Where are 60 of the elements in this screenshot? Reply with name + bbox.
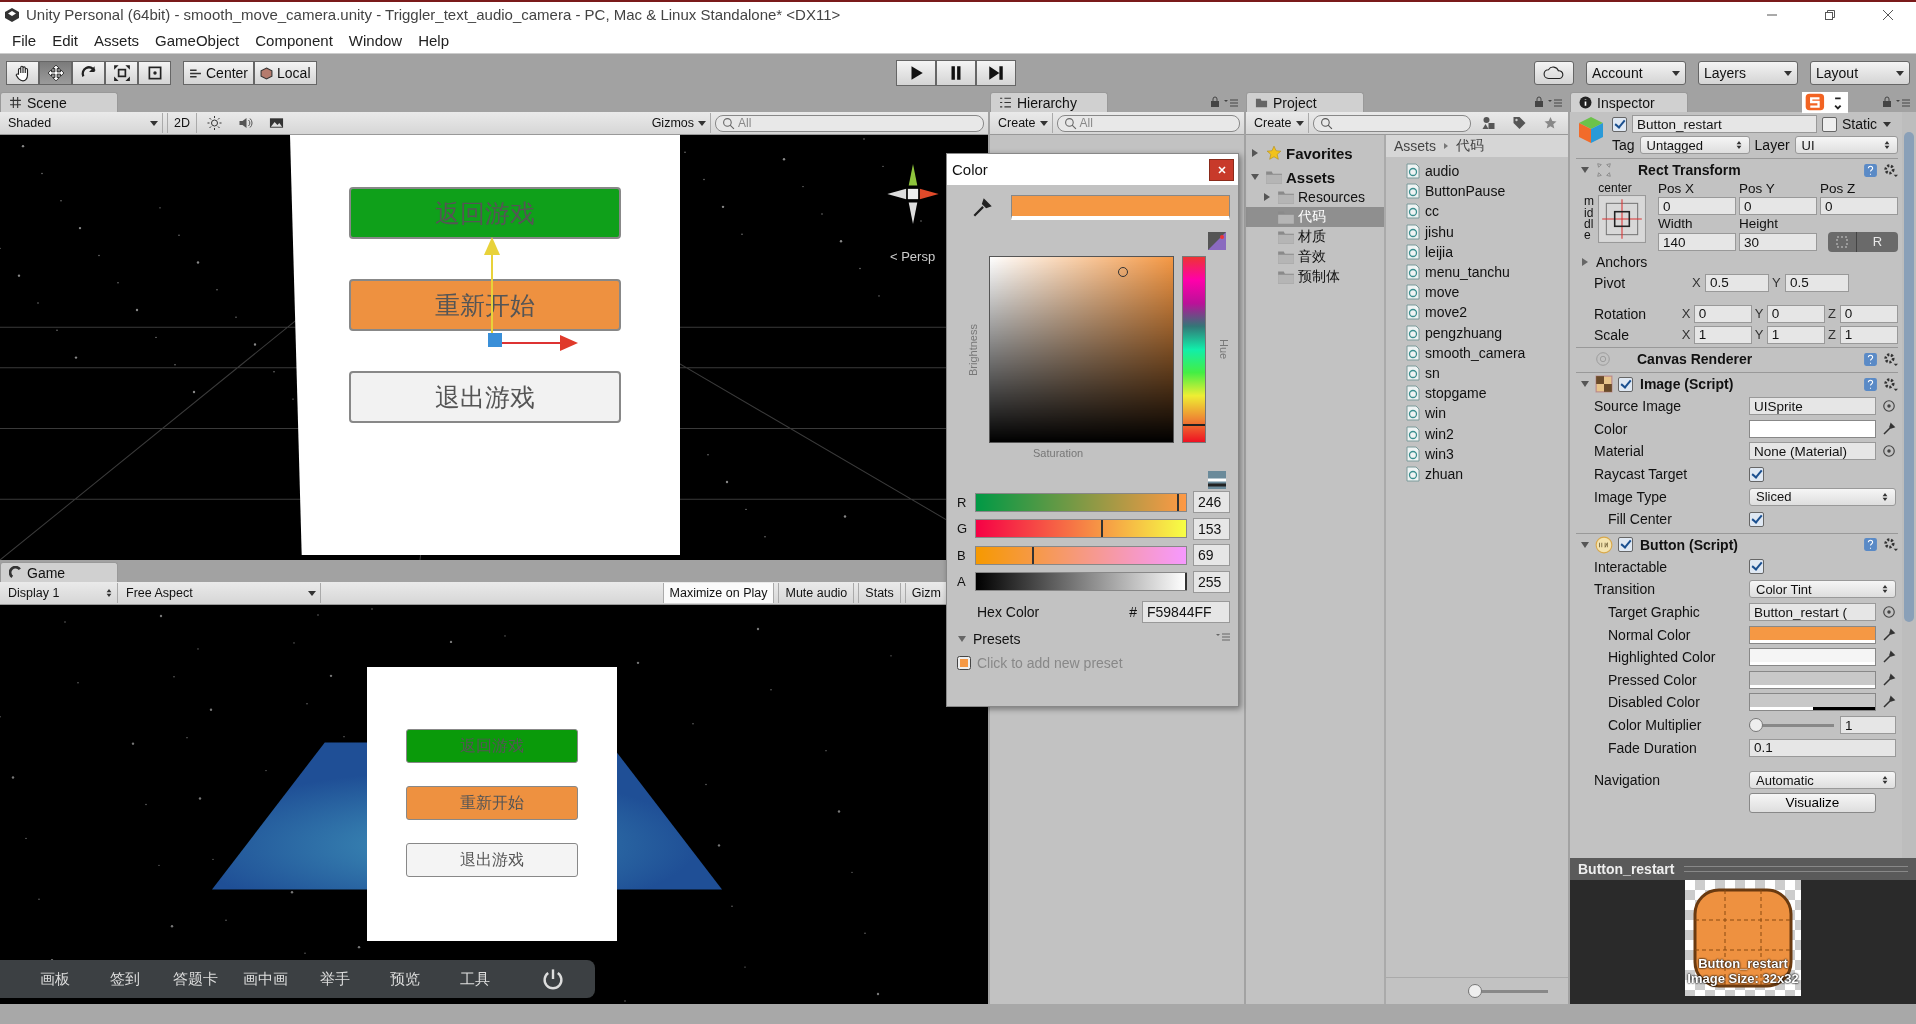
axis-label: X <box>1681 327 1691 342</box>
static-label: Static <box>1842 116 1877 132</box>
property-label: Pressed Color <box>1608 671 1698 688</box>
component-title: Canvas Renderer <box>1637 351 1753 367</box>
property-label: Rotation <box>1594 305 1648 322</box>
property-label: Color <box>1594 420 1629 437</box>
axis-label: Z <box>1827 306 1837 321</box>
property-label: Image Type <box>1594 488 1668 505</box>
axis-label: Z <box>1827 327 1837 342</box>
axis-label: Y <box>1754 306 1764 321</box>
folder-label: Favorites <box>1286 144 1353 162</box>
hash-label: # <box>1129 604 1137 620</box>
tag-label: Tag <box>1612 137 1635 153</box>
field-label: Pos Y <box>1739 181 1776 196</box>
anchor-horizontal-label: center <box>1598 181 1632 195</box>
property-label: Fill Center <box>1608 511 1673 528</box>
folder-label: 预制体 <box>1298 268 1340 286</box>
property-label: Transition <box>1594 581 1656 598</box>
property-label: Pivot <box>1594 274 1627 291</box>
axis-label: Y <box>1754 327 1764 342</box>
channel-label: R <box>957 494 968 510</box>
field-label: Width <box>1658 216 1694 231</box>
property-label: Material <box>1594 443 1645 460</box>
brightness-label: Brightness <box>967 323 980 376</box>
field-label: Pos X <box>1658 181 1696 196</box>
folder-label: 材质 <box>1298 228 1326 246</box>
folder-label: 音效 <box>1298 248 1326 266</box>
field-label: Height <box>1739 216 1780 231</box>
axis-label: X <box>1692 275 1702 290</box>
property-label: Scale <box>1594 326 1631 343</box>
axis-label: Y <box>1772 275 1782 290</box>
property-label: Navigation <box>1594 772 1662 789</box>
property-label: Source Image <box>1594 398 1683 415</box>
property-label: Normal Color <box>1608 626 1692 643</box>
channel-label: A <box>957 574 967 590</box>
component-title: Rect Transform <box>1638 162 1741 178</box>
property-label: Highlighted Color <box>1608 649 1717 666</box>
anchor-vertical-label: middle <box>1584 196 1595 242</box>
axis-label: X <box>1681 306 1691 321</box>
property-label: Raycast Target <box>1594 466 1689 483</box>
component-title: Button (Script) <box>1640 536 1738 553</box>
hex-label: Hex Color <box>977 604 1040 620</box>
hue-label: Hue <box>1217 339 1230 360</box>
saturation-label: Saturation <box>1033 447 1085 459</box>
property-label: Interactable <box>1594 558 1669 575</box>
component-title: Image (Script) <box>1640 376 1734 392</box>
field-label: Pos Z <box>1820 181 1857 196</box>
folder-label: 代码 <box>1298 208 1326 226</box>
folder-label: Assets <box>1286 168 1336 186</box>
folder-label: Resources <box>1298 189 1365 205</box>
dialog-title: Color <box>952 161 988 178</box>
preview-name: Button_restart <box>1698 956 1788 971</box>
property-label: Target Graphic <box>1608 604 1701 621</box>
window-title: Unity Personal (64bit) - smooth_move_camera.unity - Triggler_text_audio_camera - PC, Mac & Linux Standalone* <DX11> <box>26 6 841 23</box>
channel-label: B <box>957 547 967 563</box>
property-label: Color Multiplier <box>1608 717 1703 733</box>
property-label: Disabled Color <box>1608 694 1701 711</box>
layer-label: Layer <box>1754 137 1790 153</box>
property-label: Fade Duration <box>1608 739 1698 756</box>
channel-label: G <box>957 521 969 537</box>
